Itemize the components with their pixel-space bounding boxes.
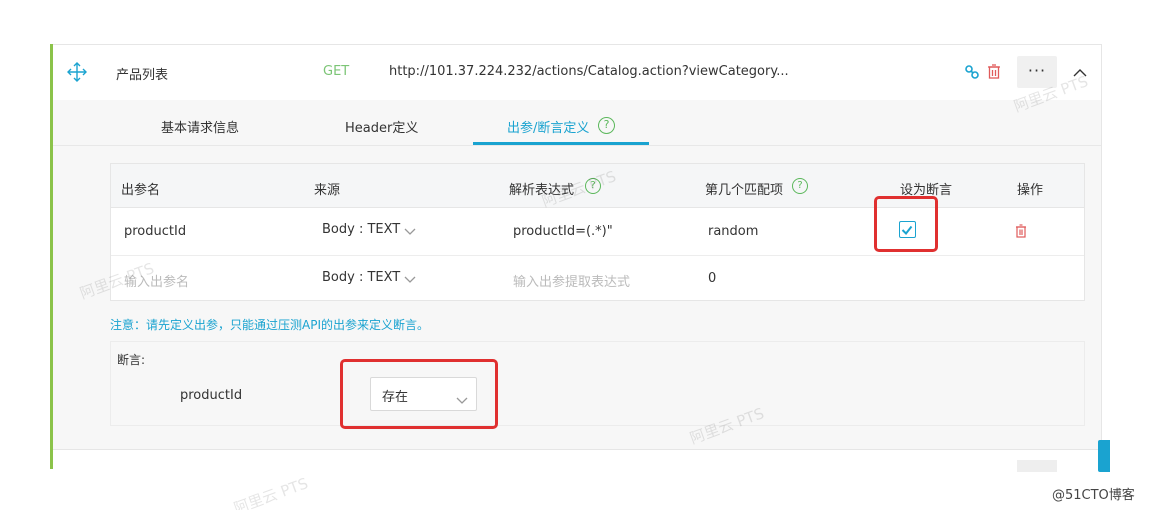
card-accent-bar bbox=[50, 44, 53, 469]
api-name: 产品列表 bbox=[116, 68, 169, 83]
source-select[interactable]: Body : TEXT bbox=[322, 222, 417, 237]
active-tab-indicator bbox=[473, 142, 649, 145]
match-index-cell[interactable]: random bbox=[708, 224, 758, 239]
tab-basic-request[interactable]: 基本请求信息 bbox=[161, 117, 239, 136]
api-url: http://101.37.224.232/actions/Catalog.ac… bbox=[389, 64, 789, 79]
card-right-border bbox=[1101, 44, 1102, 450]
tab-header-definition[interactable]: Header定义 bbox=[345, 117, 418, 136]
chevron-down-icon bbox=[403, 225, 417, 235]
help-icon[interactable]: ? bbox=[585, 178, 601, 194]
trash-icon[interactable] bbox=[987, 64, 1001, 80]
source-select-value: Body : TEXT bbox=[322, 270, 401, 285]
watermark: 阿里云 PTS bbox=[231, 474, 311, 510]
expression-input[interactable]: 输入出参提取表达式 bbox=[513, 271, 630, 290]
tab-divider bbox=[53, 145, 1101, 146]
card-top-border bbox=[53, 44, 1102, 45]
column-header-match-index: 第几个匹配项 bbox=[705, 183, 784, 198]
more-button[interactable]: ··· bbox=[1017, 56, 1057, 88]
column-header-actions: 操作 bbox=[1017, 183, 1044, 198]
source-select-value: Body : TEXT bbox=[322, 222, 401, 237]
param-name-input[interactable]: 输入出参名 bbox=[124, 271, 189, 290]
assertion-title: 断言: bbox=[117, 353, 146, 367]
next-card-button bbox=[1017, 460, 1057, 472]
match-index-cell[interactable]: 0 bbox=[708, 271, 716, 286]
column-header-expression: 解析表达式 bbox=[509, 183, 575, 198]
assertion-panel bbox=[110, 341, 1085, 426]
source-select[interactable]: Body : TEXT bbox=[322, 270, 417, 285]
assertion-param-name: productId bbox=[180, 388, 243, 403]
side-panel-tab[interactable] bbox=[1098, 440, 1110, 472]
chevron-down-icon bbox=[403, 273, 417, 283]
row-divider bbox=[111, 255, 1084, 256]
help-icon[interactable]: ? bbox=[792, 178, 808, 194]
checkbox-highlight-box bbox=[874, 196, 938, 252]
tab-output-assertion[interactable]: 出参/断言定义 bbox=[507, 117, 589, 136]
column-header-source: 来源 bbox=[314, 183, 341, 198]
column-header-name: 出参名 bbox=[121, 183, 161, 198]
help-icon[interactable]: ? bbox=[598, 117, 615, 134]
card-bottom-border bbox=[53, 449, 1102, 450]
http-method-badge: GET bbox=[323, 64, 350, 79]
output-params-table: 出参名 来源 解析表达式 ? 第几个匹配项 ? 设为断言 操作 productI… bbox=[110, 163, 1085, 301]
select-highlight-box bbox=[340, 359, 498, 429]
source-watermark: @51CTO博客 bbox=[1052, 488, 1135, 503]
param-name-cell[interactable]: productId bbox=[124, 224, 186, 239]
notice-text: 注意：请先定义出参，只能通过压测API的出参来定义断言。 bbox=[110, 318, 429, 332]
expression-cell[interactable]: productId=(.*)" bbox=[513, 224, 613, 239]
collapse-icon[interactable] bbox=[1072, 65, 1088, 79]
link-icon[interactable] bbox=[964, 64, 980, 80]
trash-icon[interactable] bbox=[1015, 223, 1027, 238]
table-header: 出参名 来源 解析表达式 ? 第几个匹配项 ? 设为断言 操作 bbox=[111, 164, 1084, 208]
move-icon[interactable] bbox=[66, 61, 88, 83]
next-card-accent-bar bbox=[50, 450, 53, 469]
